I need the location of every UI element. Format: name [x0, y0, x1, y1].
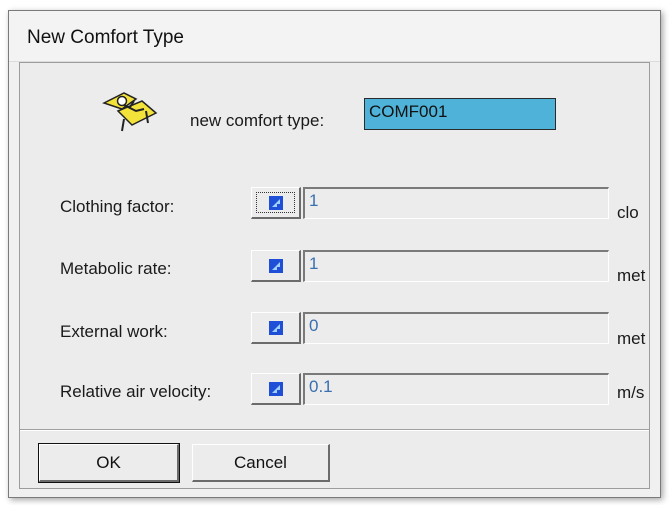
comfort-type-input[interactable]: COMF001	[364, 98, 556, 130]
arrow-picker-icon	[268, 195, 283, 210]
divider	[20, 429, 649, 431]
relative-air-velocity-field[interactable]: 0.1	[303, 373, 609, 405]
clothing-factor-field[interactable]: 1	[303, 187, 609, 219]
clothing-factor-unit: clo	[617, 203, 639, 222]
arrow-picker-icon	[268, 258, 283, 273]
cancel-button[interactable]: Cancel	[192, 444, 330, 482]
external-work-field[interactable]: 0	[303, 312, 609, 344]
arrow-picker-icon	[268, 320, 283, 335]
clothing-factor-picker-button[interactable]	[251, 187, 301, 219]
external-work-picker-button[interactable]	[251, 312, 301, 344]
relative-air-velocity-picker-button[interactable]	[251, 373, 301, 405]
new-comfort-type-dialog: New Comfort Type new comfort type: COMF0…	[8, 10, 661, 498]
window-title: New Comfort Type	[27, 27, 184, 48]
relative-air-velocity-label: Relative air velocity:	[60, 382, 212, 401]
external-work-label: External work:	[60, 322, 168, 341]
comfort-type-label: new comfort type:	[190, 111, 325, 130]
metabolic-rate-label: Metabolic rate:	[60, 259, 172, 278]
metabolic-rate-picker-button[interactable]	[251, 250, 301, 282]
clothing-factor-label: Clothing factor:	[60, 197, 175, 216]
relative-air-velocity-unit: m/s	[617, 383, 645, 402]
arrow-picker-icon	[268, 381, 283, 396]
metabolic-rate-unit: met	[617, 266, 646, 285]
title-bar[interactable]: New Comfort Type	[9, 11, 660, 62]
ok-button[interactable]: OK	[38, 443, 180, 483]
dialog-body: new comfort type: COMF001 Clothing facto…	[19, 62, 650, 489]
external-work-unit: met	[617, 329, 646, 348]
reclining-person-icon	[102, 92, 158, 132]
metabolic-rate-field[interactable]: 1	[303, 250, 609, 282]
